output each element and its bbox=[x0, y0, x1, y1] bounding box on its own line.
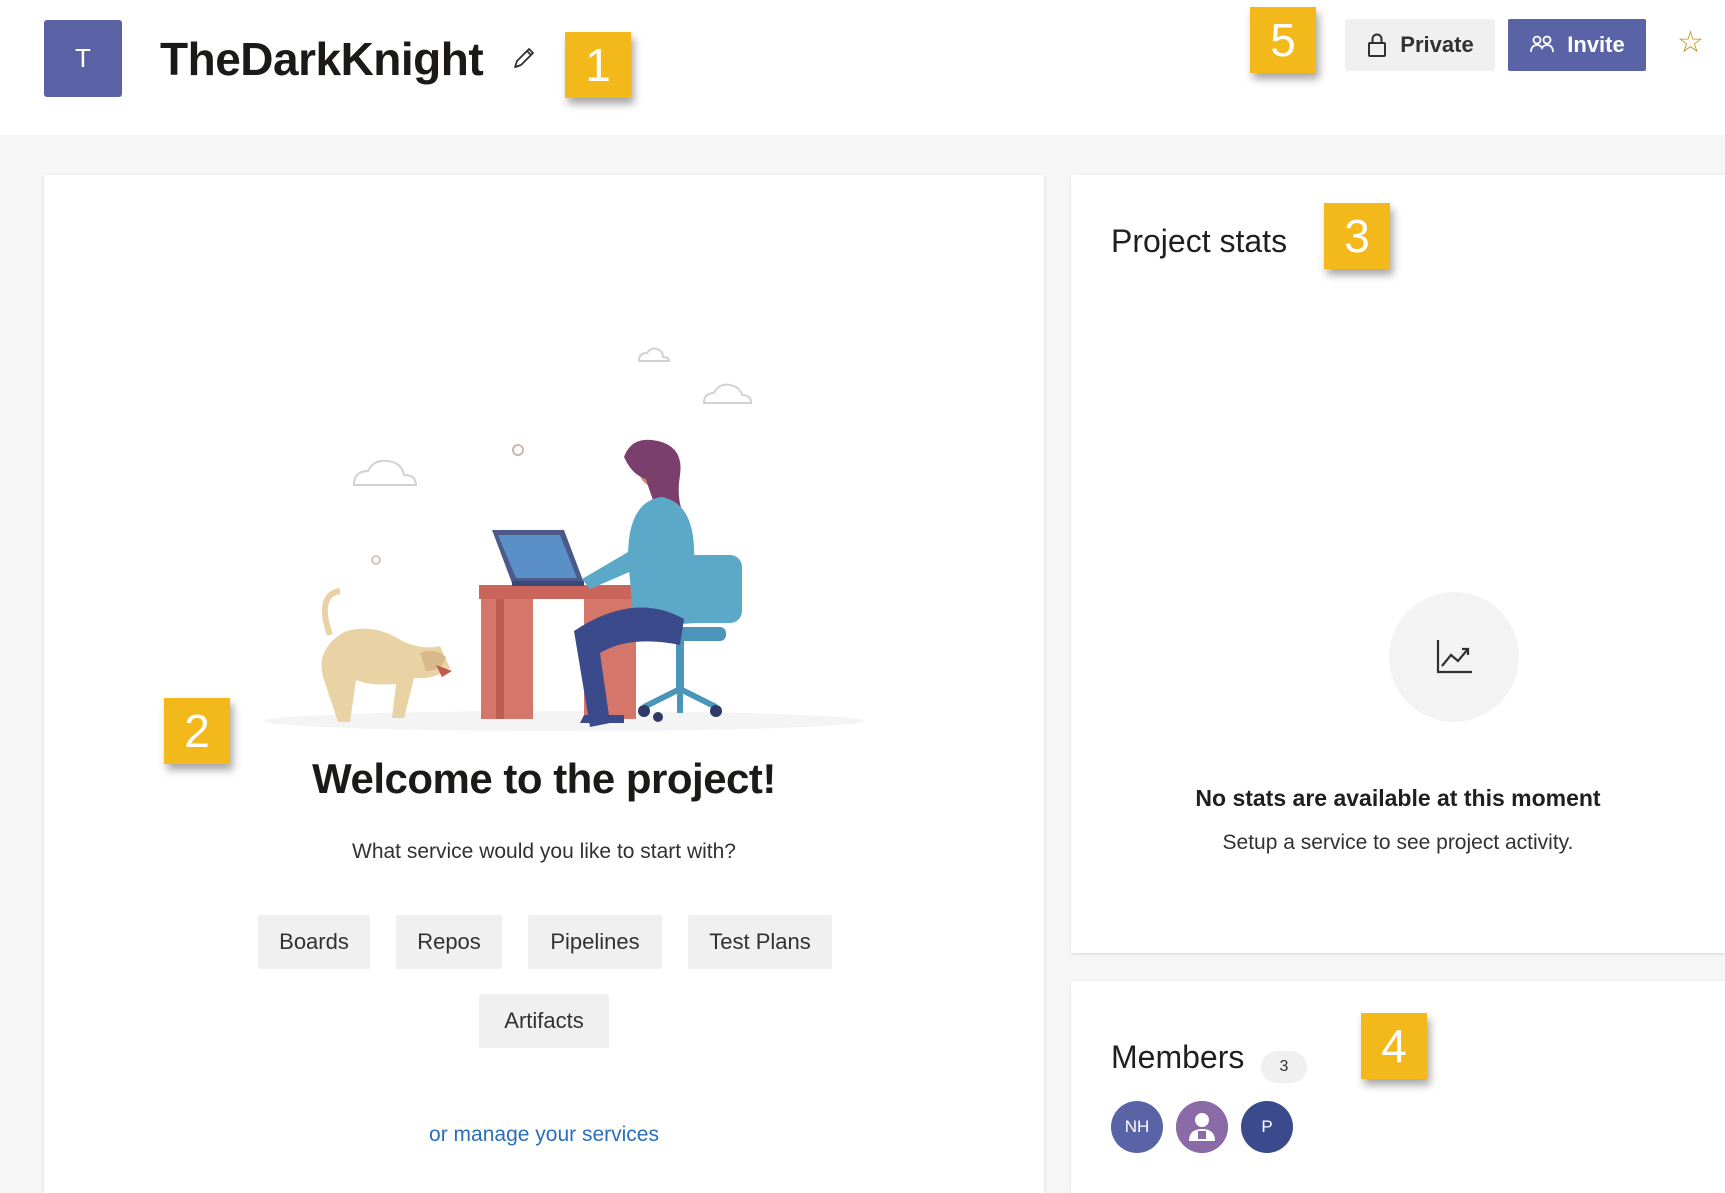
trend-chart-icon bbox=[1436, 640, 1472, 674]
callout-marker-3: 3 bbox=[1324, 203, 1390, 269]
private-label: Private bbox=[1400, 32, 1474, 57]
stats-icon-circle bbox=[1389, 592, 1519, 722]
project-stats-card: Project stats 3 No stats are available a… bbox=[1071, 175, 1725, 953]
private-button[interactable]: Private bbox=[1345, 19, 1495, 71]
pencil-icon[interactable] bbox=[510, 44, 538, 72]
welcome-subtitle: What service would you like to start wit… bbox=[352, 840, 736, 863]
service-repos-button[interactable]: Repos bbox=[396, 915, 502, 969]
project-stats-title: Project stats bbox=[1111, 223, 1288, 259]
project-title: TheDarkKnight bbox=[160, 33, 484, 85]
welcome-card: 2 Welcome to the project! What service w… bbox=[44, 175, 1044, 1193]
service-test-plans-button[interactable]: Test Plans bbox=[688, 915, 832, 969]
project-overview: 2 Welcome to the project! What service w… bbox=[0, 135, 1725, 1193]
project-header: T TheDarkKnight 1 5 Private Invite ☆ bbox=[0, 0, 1725, 135]
stats-empty-title: No stats are available at this moment bbox=[1195, 785, 1601, 811]
member-initials: P bbox=[1261, 1117, 1273, 1136]
manage-services-link[interactable]: or manage your services bbox=[44, 1123, 1044, 1147]
service-pipelines-button[interactable]: Pipelines bbox=[528, 915, 662, 969]
star-icon[interactable]: ☆ bbox=[1677, 28, 1704, 58]
invite-people-icon bbox=[1530, 35, 1555, 53]
member-avatar-p[interactable]: P bbox=[1241, 1101, 1293, 1153]
callout-marker-1: 1 bbox=[565, 32, 631, 98]
members-card: Members 3 4 NH P bbox=[1071, 981, 1725, 1193]
service-artifacts-button[interactable]: Artifacts bbox=[479, 994, 609, 1048]
callout-marker-4: 4 bbox=[1361, 1013, 1427, 1079]
stats-empty-subtitle: Setup a service to see project activity. bbox=[1222, 831, 1574, 854]
project-initial: T bbox=[75, 43, 91, 73]
service-boards-button[interactable]: Boards bbox=[258, 915, 370, 969]
welcome-illustration bbox=[264, 347, 864, 731]
user-icon bbox=[1176, 1101, 1228, 1153]
invite-label: Invite bbox=[1567, 32, 1625, 57]
members-count-badge: 3 bbox=[1261, 1051, 1307, 1083]
member-avatar-user[interactable] bbox=[1176, 1101, 1228, 1153]
project-avatar: T bbox=[44, 20, 122, 97]
welcome-title: Welcome to the project! bbox=[312, 755, 776, 802]
member-initials: NH bbox=[1124, 1117, 1150, 1136]
invite-button[interactable]: Invite bbox=[1508, 19, 1646, 71]
members-title: Members bbox=[1111, 1039, 1245, 1075]
lock-icon bbox=[1368, 33, 1387, 57]
callout-marker-5: 5 bbox=[1250, 7, 1316, 73]
member-avatar-nh[interactable]: NH bbox=[1111, 1101, 1163, 1153]
